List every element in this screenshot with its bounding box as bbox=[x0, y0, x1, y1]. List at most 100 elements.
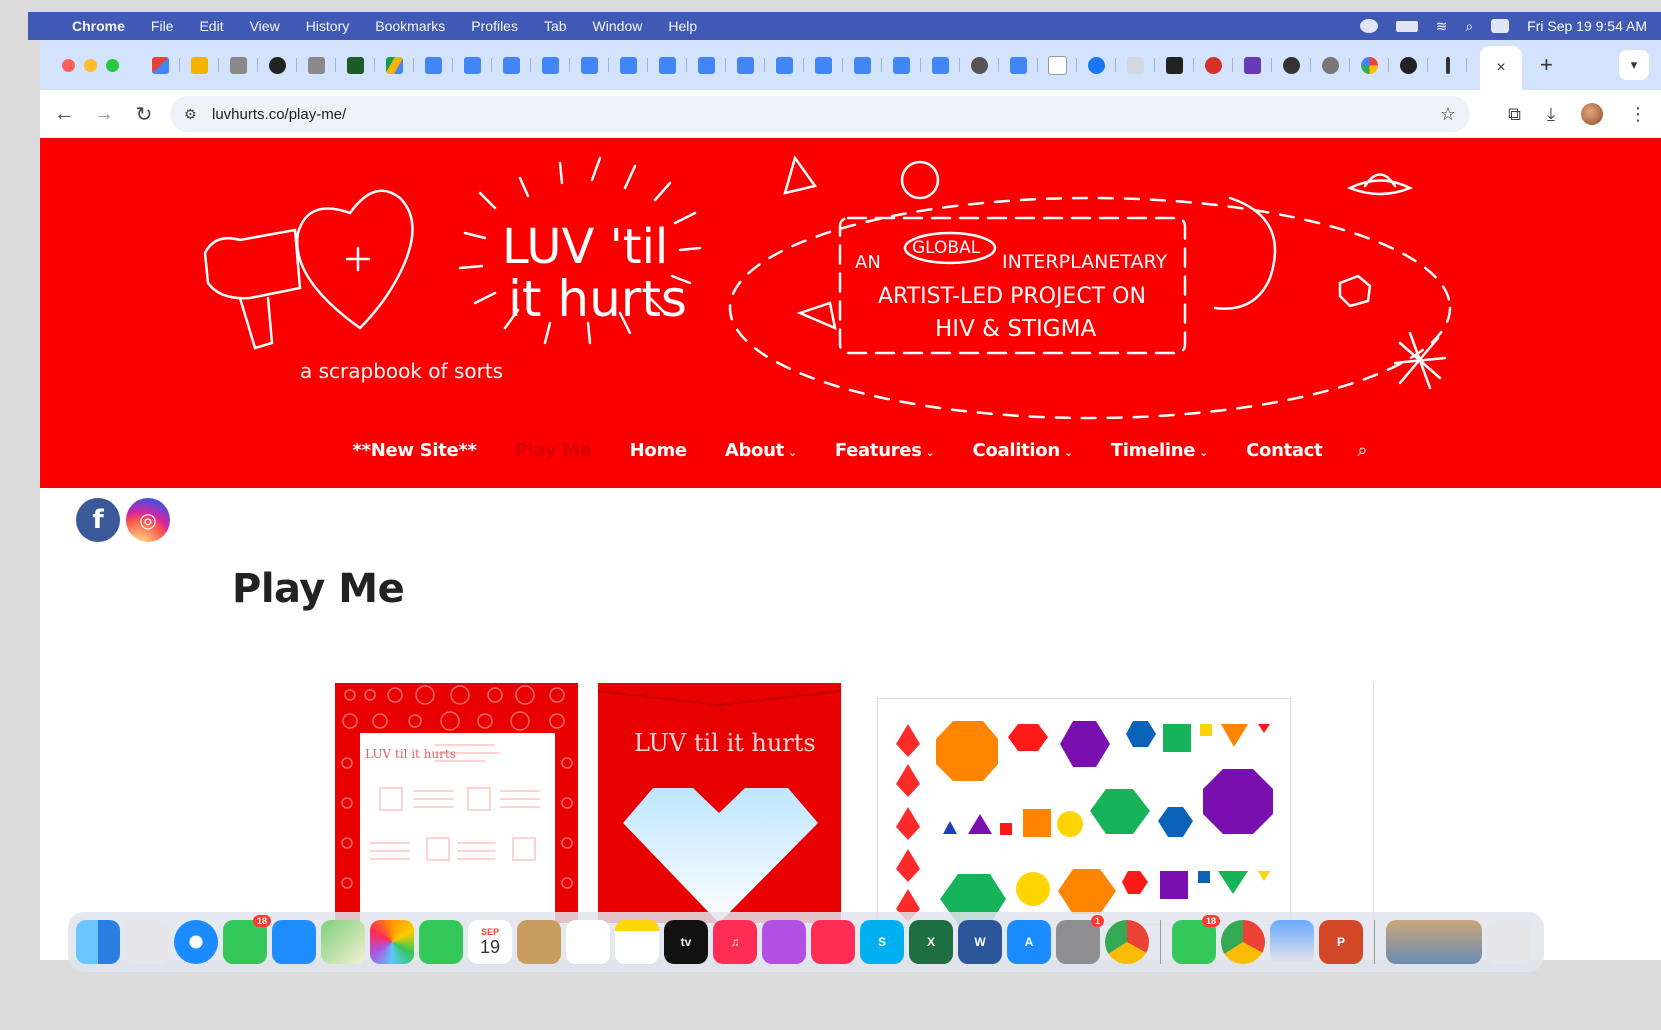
tab-doc-13[interactable] bbox=[882, 49, 921, 81]
minimize-window-button[interactable] bbox=[84, 58, 97, 72]
menu-file[interactable]: File bbox=[151, 18, 174, 34]
address-bar[interactable]: ⚙ luvhurts.co/play-me/ ☆ bbox=[170, 96, 1470, 132]
nav-coalition[interactable]: Coalition ⌄ bbox=[973, 440, 1074, 461]
zoom-window-button[interactable] bbox=[106, 58, 119, 72]
trash-icon[interactable] bbox=[1487, 920, 1531, 964]
finder-icon[interactable] bbox=[76, 920, 120, 964]
menu-edit[interactable]: Edit bbox=[199, 18, 223, 34]
tab-moon[interactable] bbox=[1116, 49, 1155, 81]
game-card-3[interactable] bbox=[877, 698, 1291, 925]
close-window-button[interactable] bbox=[62, 58, 75, 72]
tab-doc-11[interactable] bbox=[804, 49, 843, 81]
tab-slides[interactable] bbox=[180, 49, 219, 81]
menu-help[interactable]: Help bbox=[668, 18, 697, 34]
tab-doc-5[interactable] bbox=[570, 49, 609, 81]
chrome-recent-icon[interactable] bbox=[1221, 920, 1265, 964]
system-settings-icon[interactable]: 1 bbox=[1056, 915, 1104, 964]
tab-gmail[interactable] bbox=[141, 49, 180, 81]
more-menu-icon[interactable]: ⋮ bbox=[1629, 104, 1647, 125]
tab-doc-3[interactable] bbox=[492, 49, 531, 81]
nav-new-site[interactable]: **New Site** bbox=[352, 440, 476, 461]
notes-icon[interactable] bbox=[615, 920, 659, 964]
tab-doc-10[interactable] bbox=[765, 49, 804, 81]
game-card-1[interactable]: LUV til it hurts bbox=[335, 683, 578, 923]
tab-google[interactable] bbox=[1350, 49, 1389, 81]
tab-gift[interactable] bbox=[219, 49, 258, 81]
nav-contact[interactable]: Contact bbox=[1246, 440, 1323, 461]
apple-tv-icon[interactable]: tv bbox=[664, 920, 708, 964]
messages-recent-icon[interactable]: 18 bbox=[1172, 915, 1220, 964]
calendar-icon[interactable]: SEP 19 bbox=[468, 920, 512, 964]
url-text[interactable]: luvhurts.co/play-me/ bbox=[212, 106, 346, 123]
menubar-clock[interactable]: Fri Sep 19 9:54 AM bbox=[1527, 18, 1647, 34]
tab-doc-14[interactable] bbox=[921, 49, 960, 81]
downloads-stack-icon[interactable] bbox=[1386, 920, 1482, 964]
tab-doc-12[interactable] bbox=[843, 49, 882, 81]
tab-a-circle[interactable] bbox=[1389, 49, 1428, 81]
news-icon[interactable] bbox=[811, 920, 855, 964]
tab-doc-2[interactable] bbox=[453, 49, 492, 81]
tab-doc-8[interactable] bbox=[687, 49, 726, 81]
tab-doc-4[interactable] bbox=[531, 49, 570, 81]
excel-icon[interactable]: X bbox=[909, 920, 953, 964]
tab-globe[interactable] bbox=[960, 49, 999, 81]
tab-drive[interactable] bbox=[375, 49, 414, 81]
battery-icon[interactable] bbox=[1395, 20, 1418, 32]
menu-bookmarks[interactable]: Bookmarks bbox=[375, 18, 445, 34]
instagram-icon[interactable]: ◎ bbox=[126, 498, 170, 542]
tab-facebook[interactable] bbox=[1077, 49, 1116, 81]
spotlight-search-icon[interactable]: ⌕ bbox=[1465, 18, 1473, 35]
mail-icon[interactable] bbox=[272, 920, 316, 964]
tab-dark-logo[interactable] bbox=[1155, 49, 1194, 81]
nav-timeline[interactable]: Timeline ⌄ bbox=[1111, 440, 1209, 461]
tab-gear-logo[interactable] bbox=[1311, 49, 1350, 81]
maps-icon[interactable] bbox=[321, 920, 365, 964]
skype-icon[interactable]: S bbox=[860, 920, 904, 964]
back-button[interactable]: ← bbox=[44, 103, 84, 126]
reminders-icon[interactable] bbox=[566, 920, 610, 964]
preview-icon[interactable] bbox=[1270, 920, 1314, 964]
game-card-2[interactable]: LUV til it hurts bbox=[598, 683, 841, 923]
chrome-icon[interactable] bbox=[1105, 920, 1149, 964]
wifi-icon[interactable]: ≋ bbox=[1436, 18, 1448, 35]
messages-icon[interactable]: 18 bbox=[223, 915, 271, 964]
menu-profiles[interactable]: Profiles bbox=[471, 18, 518, 34]
word-icon[interactable]: W bbox=[958, 920, 1002, 964]
tab-doc-9[interactable] bbox=[726, 49, 765, 81]
tab-green-square[interactable] bbox=[336, 49, 375, 81]
tab-circle-logo[interactable] bbox=[258, 49, 297, 81]
photos-icon[interactable] bbox=[370, 920, 414, 964]
bookmark-star-icon[interactable]: ☆ bbox=[1440, 104, 1456, 125]
facetime-icon[interactable] bbox=[419, 920, 463, 964]
contacts-icon[interactable] bbox=[517, 920, 561, 964]
tab-wix[interactable] bbox=[1038, 49, 1077, 81]
tab-calendar[interactable] bbox=[999, 49, 1038, 81]
forward-button[interactable]: → bbox=[84, 103, 124, 126]
profile-avatar[interactable] bbox=[1581, 103, 1603, 125]
active-tab[interactable]: × bbox=[1480, 46, 1522, 90]
facebook-icon[interactable]: f bbox=[76, 498, 120, 542]
menu-app-name[interactable]: Chrome bbox=[72, 18, 125, 34]
tab-forms[interactable] bbox=[1233, 49, 1272, 81]
menu-window[interactable]: Window bbox=[593, 18, 643, 34]
menu-view[interactable]: View bbox=[250, 18, 280, 34]
menu-tab[interactable]: Tab bbox=[544, 18, 567, 34]
extensions-puzzle-icon[interactable]: ⧉ bbox=[1508, 104, 1521, 125]
tab-doc-6[interactable] bbox=[609, 49, 648, 81]
new-tab-button[interactable]: + bbox=[1540, 52, 1553, 78]
podcasts-icon[interactable] bbox=[762, 920, 806, 964]
launchpad-icon[interactable] bbox=[125, 920, 169, 964]
tab-red-logo[interactable] bbox=[1194, 49, 1233, 81]
app-store-icon[interactable]: A bbox=[1007, 920, 1051, 964]
tab-pin[interactable] bbox=[1428, 49, 1467, 81]
tab-doc-1[interactable] bbox=[414, 49, 453, 81]
nav-about[interactable]: About ⌄ bbox=[725, 440, 797, 461]
nav-home[interactable]: Home bbox=[630, 440, 688, 461]
menu-history[interactable]: History bbox=[306, 18, 350, 34]
checkmark-status-icon[interactable] bbox=[1359, 19, 1378, 33]
control-center-icon[interactable] bbox=[1491, 19, 1510, 33]
tab-gift-2[interactable] bbox=[297, 49, 336, 81]
nav-play-me[interactable]: Play Me bbox=[515, 440, 592, 461]
site-settings-icon[interactable]: ⚙ bbox=[184, 106, 202, 123]
safari-icon[interactable] bbox=[174, 920, 218, 964]
